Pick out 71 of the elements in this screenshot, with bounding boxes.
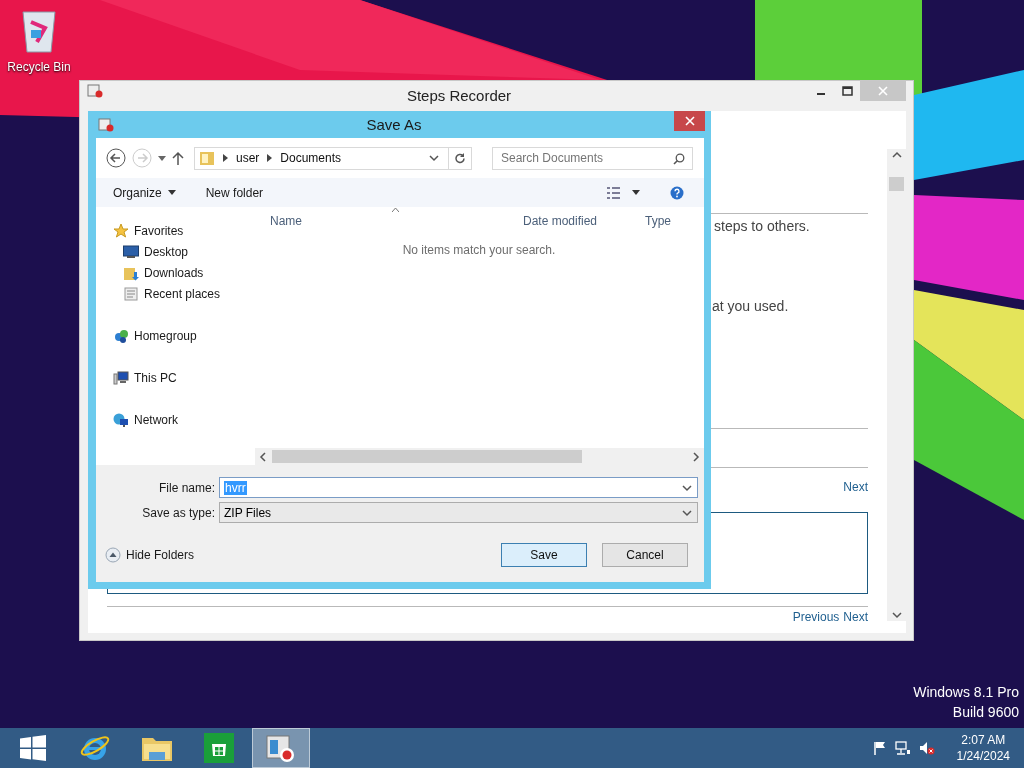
flag-icon[interactable] <box>872 741 887 755</box>
cancel-button[interactable]: Cancel <box>602 543 689 567</box>
step-description: at you used. <box>712 298 789 314</box>
search-field[interactable]: Search Documents <box>492 146 693 170</box>
nav-item[interactable]: Homegroup <box>96 325 255 346</box>
recorder-icon <box>98 117 114 132</box>
homegroup-icon <box>113 327 129 344</box>
network-icon <box>113 411 129 428</box>
nav-item[interactable]: Recent places <box>96 283 255 304</box>
nav-item[interactable]: Network <box>96 409 255 430</box>
window-title: Steps Recorder <box>405 86 513 104</box>
empty-message: No items match your search. <box>402 243 556 257</box>
build-text: Build 9600 <box>952 704 1019 720</box>
computer-icon <box>113 369 129 386</box>
search-icon <box>673 152 685 165</box>
save-button[interactable]: Save <box>501 543 588 567</box>
next-link[interactable]: Next <box>843 480 868 494</box>
hide-folders-button[interactable]: Hide Folders <box>105 547 195 563</box>
edition-text: Windows 8.1 Pro <box>913 684 1019 700</box>
column-header[interactable]: Date modified <box>517 214 639 228</box>
dialog-title: Save As <box>365 116 423 133</box>
nav-link[interactable]: Previous <box>792 610 840 624</box>
scroll-left-icon[interactable] <box>257 450 269 463</box>
close-button[interactable] <box>674 111 705 131</box>
store-icon[interactable] <box>204 733 234 763</box>
step-description: steps to others. <box>714 218 810 234</box>
address-bar[interactable]: user Documents <box>194 146 472 170</box>
taskbar-button[interactable] <box>252 728 310 768</box>
chevron-icon <box>267 154 273 162</box>
scroll-thumb[interactable] <box>272 450 582 463</box>
vertical-scrollbar[interactable] <box>887 149 906 621</box>
scroll-down-icon[interactable] <box>890 609 903 621</box>
desktop-icon-label[interactable]: Recycle Bin <box>7 60 71 74</box>
muted-speaker-icon[interactable] <box>918 741 935 755</box>
close-icon[interactable] <box>684 116 695 126</box>
collapse-icon[interactable] <box>105 547 121 563</box>
column-header[interactable]: Name <box>255 214 517 228</box>
dropdown-icon[interactable] <box>158 155 166 161</box>
nav-item[interactable]: Desktop <box>96 241 255 262</box>
help-icon[interactable] <box>670 185 684 200</box>
maximize-icon[interactable] <box>841 86 853 96</box>
star-icon <box>113 222 129 239</box>
scroll-thumb[interactable] <box>889 177 904 191</box>
chevron-icon <box>223 154 228 162</box>
new-folder-button[interactable]: New folder <box>205 185 264 200</box>
nav-link[interactable]: Next <box>843 610 868 624</box>
file-type-dropdown[interactable]: ZIP Files <box>219 502 698 523</box>
organize-button[interactable]: Organize <box>113 185 176 200</box>
folder-icon <box>199 150 215 166</box>
recorder-icon[interactable] <box>265 733 297 763</box>
monitor-icon <box>123 244 139 259</box>
nav-item[interactable]: Favorites <box>96 220 255 241</box>
field-label: File name: <box>157 480 216 495</box>
network-icon[interactable] <box>894 741 911 755</box>
windows-icon[interactable] <box>20 735 46 761</box>
nav-item[interactable]: Downloads <box>96 262 255 283</box>
nav-item[interactable]: This PC <box>96 367 255 388</box>
column-header[interactable]: Type <box>639 214 699 228</box>
up-arrow-icon[interactable] <box>172 151 184 165</box>
back-icon[interactable] <box>106 148 126 168</box>
field-label: Save as type: <box>141 505 216 520</box>
caret-icon[interactable] <box>167 190 176 195</box>
recent-places-icon <box>123 285 139 302</box>
breadcrumb-item[interactable]: Documents <box>280 151 342 165</box>
view-options-icon[interactable] <box>606 186 640 199</box>
breadcrumb-item[interactable]: user <box>236 151 260 165</box>
scroll-right-icon[interactable] <box>690 450 702 463</box>
horizontal-scrollbar[interactable] <box>255 448 704 465</box>
recorder-icon <box>87 84 103 98</box>
clock[interactable]: 2:07 AM 1/24/2024 <box>956 733 1010 763</box>
chevron-down-icon[interactable] <box>428 152 440 164</box>
